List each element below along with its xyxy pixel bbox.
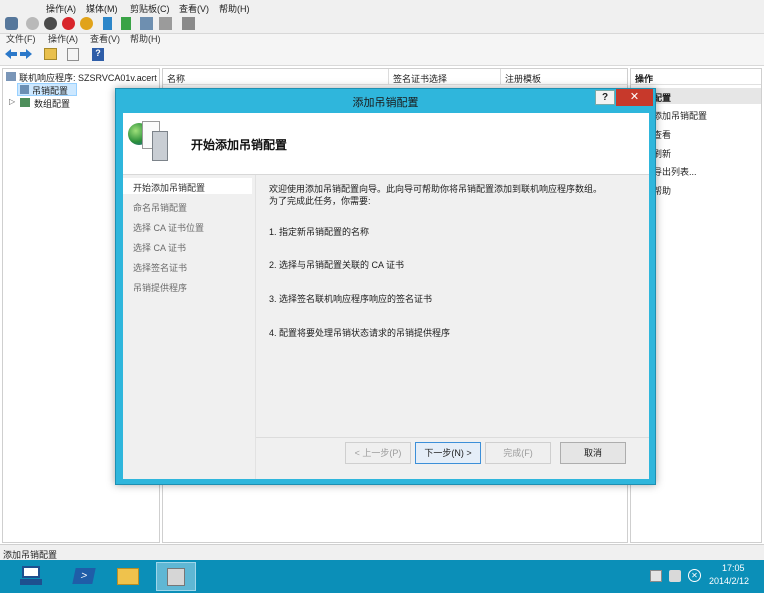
column-template[interactable]: 注册模板 <box>501 69 627 85</box>
folder-icon <box>117 568 139 585</box>
explorer-button[interactable] <box>108 562 148 591</box>
next-button[interactable]: 下一步(N) > <box>415 442 481 464</box>
action-export[interactable]: 导出列表... <box>653 165 697 178</box>
revert-icon[interactable] <box>159 17 172 30</box>
step-name[interactable]: 命名吊销配置 <box>133 201 187 214</box>
server-icon <box>6 72 16 81</box>
mmc-menu-action[interactable]: 操作(A) <box>48 34 78 44</box>
ctrl-alt-del-icon[interactable] <box>5 17 18 30</box>
mmc-menu-view[interactable]: 查看(V) <box>90 34 120 44</box>
array-config-icon <box>20 98 30 107</box>
dialog-close-button[interactable]: ✕ <box>616 89 653 106</box>
dialog-client: 开始添加吊销配置 开始添加吊销配置 命名吊销配置 选择 CA 证书位置 选择 C… <box>123 113 649 479</box>
wizard-server-tower <box>152 131 168 161</box>
tree-item-revocation[interactable]: 吊销配置 <box>32 84 68 97</box>
vm-toolbar <box>0 14 764 34</box>
status-bar: 添加吊销配置 <box>0 544 764 560</box>
intro-line-2: 为了完成此任务，你需要: <box>269 196 371 206</box>
pause-icon[interactable] <box>103 17 112 30</box>
server-manager-icon <box>22 566 40 578</box>
export-list-icon[interactable] <box>67 48 79 61</box>
expand-icon[interactable]: ▷ <box>9 97 15 106</box>
back-button[interactable]: < 上一步(P) <box>345 442 411 464</box>
powershell-icon: > <box>72 568 96 584</box>
wizard-server-icon <box>128 119 172 163</box>
mmc-menu-help[interactable]: 帮助(H) <box>130 34 161 44</box>
revocation-config-icon <box>20 85 29 94</box>
add-revocation-dialog: 添加吊销配置 ? ✕ 开始添加吊销配置 开始添加吊销配置 命名吊销配置 选择 C… <box>115 88 656 485</box>
step-ca-cert[interactable]: 选择 CA 证书 <box>133 241 186 254</box>
wizard-content: 欢迎使用添加吊销配置向导。此向导可帮助你将吊销配置添加到联机响应程序数组。 为了… <box>256 175 649 479</box>
server-manager-icon-base <box>20 579 42 585</box>
help-icon[interactable]: ? <box>92 48 104 61</box>
back-icon[interactable] <box>5 49 17 59</box>
task-item-3: 3. 选择签名联机响应程序响应的签名证书 <box>269 294 433 304</box>
resume-icon[interactable] <box>121 17 131 30</box>
network-icon[interactable] <box>669 570 681 582</box>
column-name[interactable]: 名称 <box>163 69 389 85</box>
step-ca-location[interactable]: 选择 CA 证书位置 <box>133 221 204 234</box>
clock-time[interactable]: 17:05 <box>722 563 745 573</box>
wizard-steps: 开始添加吊销配置 命名吊销配置 选择 CA 证书位置 选择 CA 证书 选择签名… <box>123 175 256 479</box>
shutdown-icon[interactable] <box>62 17 75 30</box>
task-item-1: 1. 指定新吊销配置的名称 <box>269 227 370 237</box>
wizard-heading: 开始添加吊销配置 <box>191 138 288 152</box>
step-start[interactable]: 开始添加吊销配置 <box>133 181 205 194</box>
mmc-menu-file[interactable]: 文件(F) <box>6 34 36 44</box>
enhanced-session-icon[interactable] <box>182 17 195 30</box>
cancel-button[interactable]: 取消 <box>560 442 626 464</box>
step-provider[interactable]: 吊销提供程序 <box>133 281 187 294</box>
taskbar: > ✕ 17:05 2014/2/12 <box>0 560 764 593</box>
column-signing-cert[interactable]: 签名证书选择 <box>389 69 501 85</box>
finish-button[interactable]: 完成(F) <box>485 442 551 464</box>
sound-muted-icon[interactable]: ✕ <box>688 569 701 582</box>
certificate-console-icon <box>167 568 185 586</box>
action-add-config[interactable]: 添加吊销配置 <box>653 109 707 122</box>
button-separator <box>256 437 649 438</box>
up-folder-icon[interactable] <box>44 48 57 60</box>
clock-date[interactable]: 2014/2/12 <box>709 576 749 586</box>
dialog-help-button[interactable]: ? <box>595 90 615 105</box>
save-icon[interactable] <box>80 17 93 30</box>
dialog-title: 添加吊销配置 <box>352 97 419 109</box>
mmc-toolbar: ? <box>0 44 764 66</box>
vm-menubar: 操作(A) 媒体(M) 剪贴板(C) 查看(V) 帮助(H) <box>0 0 764 14</box>
tree-item-array[interactable]: 数组配置 <box>34 97 70 110</box>
powershell-button[interactable]: > <box>64 562 104 591</box>
ocsp-console-button[interactable] <box>156 562 196 591</box>
forward-icon[interactable] <box>20 49 32 59</box>
wizard-header: 开始添加吊销配置 <box>123 113 649 175</box>
action-center-icon[interactable] <box>650 570 662 582</box>
actions-header: 操作 <box>631 69 761 85</box>
start-icon[interactable] <box>26 17 39 30</box>
checkpoint-icon[interactable] <box>140 17 153 30</box>
turn-off-icon[interactable] <box>44 17 57 30</box>
task-item-2: 2. 选择与吊销配置关联的 CA 证书 <box>269 260 405 270</box>
mmc-menubar: 文件(F) 操作(A) 查看(V) 帮助(H) <box>0 34 764 44</box>
step-signing-cert[interactable]: 选择签名证书 <box>133 261 187 274</box>
server-manager-button[interactable] <box>12 562 52 591</box>
task-item-4: 4. 配置将要处理吊销状态请求的吊销提供程序 <box>269 328 451 338</box>
